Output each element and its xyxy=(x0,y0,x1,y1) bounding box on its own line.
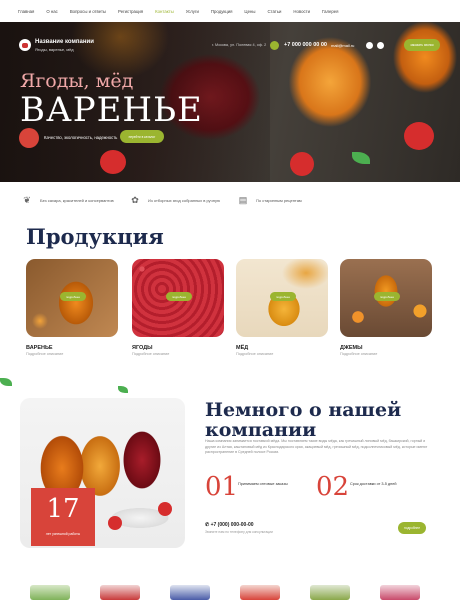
product-subtitle: Подробное описание xyxy=(236,352,274,356)
header-email[interactable]: mail@mail.ru xyxy=(331,43,354,48)
about-phone[interactable]: ✆ +7 (000) 000-00-00 xyxy=(205,522,254,528)
hero-badge-text: Качество, экологичность, надежность xyxy=(44,135,118,140)
about-title: Немного о нашей компании xyxy=(205,399,402,441)
years-number: 17 xyxy=(46,494,80,524)
product-badge[interactable]: подробнее xyxy=(374,292,400,301)
bottom-product-image xyxy=(240,585,280,600)
nav-item-contacts[interactable]: Контакты xyxy=(155,9,174,14)
more-button[interactable]: подробнее xyxy=(398,522,426,534)
product-card-jam[interactable]: подробнее xyxy=(26,259,118,337)
header-phone[interactable]: +7 000 000 00 00 xyxy=(284,42,327,48)
product-name[interactable]: ДЖЕМЫ xyxy=(340,345,363,351)
nav-item-home[interactable]: Главная xyxy=(18,9,34,14)
nav-item-prices[interactable]: Цены xyxy=(244,9,255,14)
feature-text: Из отборных ягод собранных в ручную xyxy=(148,197,220,203)
stat-number: 01 xyxy=(205,472,239,502)
nav-item-about[interactable]: О нас xyxy=(46,9,57,14)
bottom-product-image xyxy=(310,585,350,600)
product-badge[interactable]: подробнее xyxy=(270,292,296,301)
feature-text: Без сахара, красителей и консервантов xyxy=(40,197,114,203)
product-name[interactable]: ЯГОДЫ xyxy=(132,345,153,351)
hero-subtitle: Ягоды, мёд xyxy=(20,70,134,92)
stat-text: Срок доставки от 3-5 дней xyxy=(350,482,397,486)
top-navigation: Главная О нас Вопросы и ответы Регистрац… xyxy=(0,0,460,22)
years-badge: 17 лет успешной работы xyxy=(31,488,95,546)
nav-item-gallery[interactable]: Галерея xyxy=(322,9,338,14)
company-tagline: Ягоды, варенье, мёд xyxy=(35,47,74,52)
feature-item: ✿ Из отборных ягод собранных в ручную xyxy=(128,194,220,206)
product-subtitle: Подробное описание xyxy=(26,352,64,356)
mint-leaf-image xyxy=(118,386,128,393)
feature-item: ▤ По старинным рецептам xyxy=(236,194,302,206)
strawberry-image xyxy=(158,502,172,516)
mint-leaf-image xyxy=(0,378,12,386)
product-card-honey[interactable]: подробнее xyxy=(236,259,328,337)
strawberry-image xyxy=(290,152,314,176)
nav-item-faq[interactable]: Вопросы и ответы xyxy=(70,9,106,14)
product-card-berries[interactable]: подробнее xyxy=(132,259,224,337)
quality-badge-icon xyxy=(19,128,39,148)
about-phone-subtitle: Звоните нам по телефону для консультации xyxy=(205,530,273,534)
book-icon: ▤ xyxy=(238,195,248,205)
strawberry-image xyxy=(404,122,434,150)
product-subtitle: Подробное описание xyxy=(340,352,378,356)
header-address: г. Москва, ул. Полевая 4, оф. 2 xyxy=(212,43,267,47)
bottom-product-image xyxy=(380,585,420,600)
nav-item-register[interactable]: Регистрация xyxy=(118,9,143,14)
nav-item-news[interactable]: Новости xyxy=(293,9,310,14)
feature-item: ❦ Без сахара, красителей и консервантов xyxy=(20,194,114,206)
about-text: Наша компания занимается поставкой мёда.… xyxy=(205,439,428,454)
viber-icon[interactable] xyxy=(366,42,373,49)
feature-text: По старинным рецептам xyxy=(256,197,302,203)
logo[interactable] xyxy=(19,39,31,51)
leaf-icon: ❦ xyxy=(23,195,31,205)
product-name[interactable]: ВАРЕНЬЕ xyxy=(26,345,53,351)
jar-icon xyxy=(22,42,28,48)
call-request-button[interactable]: заказать звонок xyxy=(404,39,440,51)
bottom-product-image xyxy=(100,585,140,600)
product-name[interactable]: МЁД xyxy=(236,345,248,351)
years-text: лет успешной работы xyxy=(45,532,81,536)
berry-icon: ✿ xyxy=(131,195,139,205)
strawberry-image xyxy=(108,516,122,530)
nav-item-products[interactable]: Продукция xyxy=(211,9,233,14)
products-title: Продукция xyxy=(26,224,164,249)
about-phone-number: +7 (000) 000-00-00 xyxy=(210,522,254,528)
catalog-button[interactable]: перейти в каталог xyxy=(120,130,164,143)
phone-icon xyxy=(270,41,279,50)
company-name: Название компании xyxy=(35,39,94,45)
bottom-product-image xyxy=(170,585,210,600)
bottom-product-image xyxy=(30,585,70,600)
hero-banner: Название компании Ягоды, варенье, мёд г.… xyxy=(0,22,460,182)
nav-item-services[interactable]: Услуги xyxy=(186,9,199,14)
stat-text: Принимаем оптовые заказы xyxy=(238,482,288,486)
nav-item-articles[interactable]: Статьи xyxy=(267,9,281,14)
mint-leaf-image xyxy=(352,152,370,164)
stat-number: 02 xyxy=(316,472,350,502)
product-badge[interactable]: подробнее xyxy=(60,292,86,301)
telegram-icon[interactable] xyxy=(377,42,384,49)
product-subtitle: Подробное описание xyxy=(132,352,170,356)
product-card-jams[interactable]: подробнее xyxy=(340,259,432,337)
strawberry-image xyxy=(100,150,126,174)
hero-title: ВАРЕНЬЕ xyxy=(20,90,203,130)
product-badge[interactable]: подробнее xyxy=(166,292,192,301)
